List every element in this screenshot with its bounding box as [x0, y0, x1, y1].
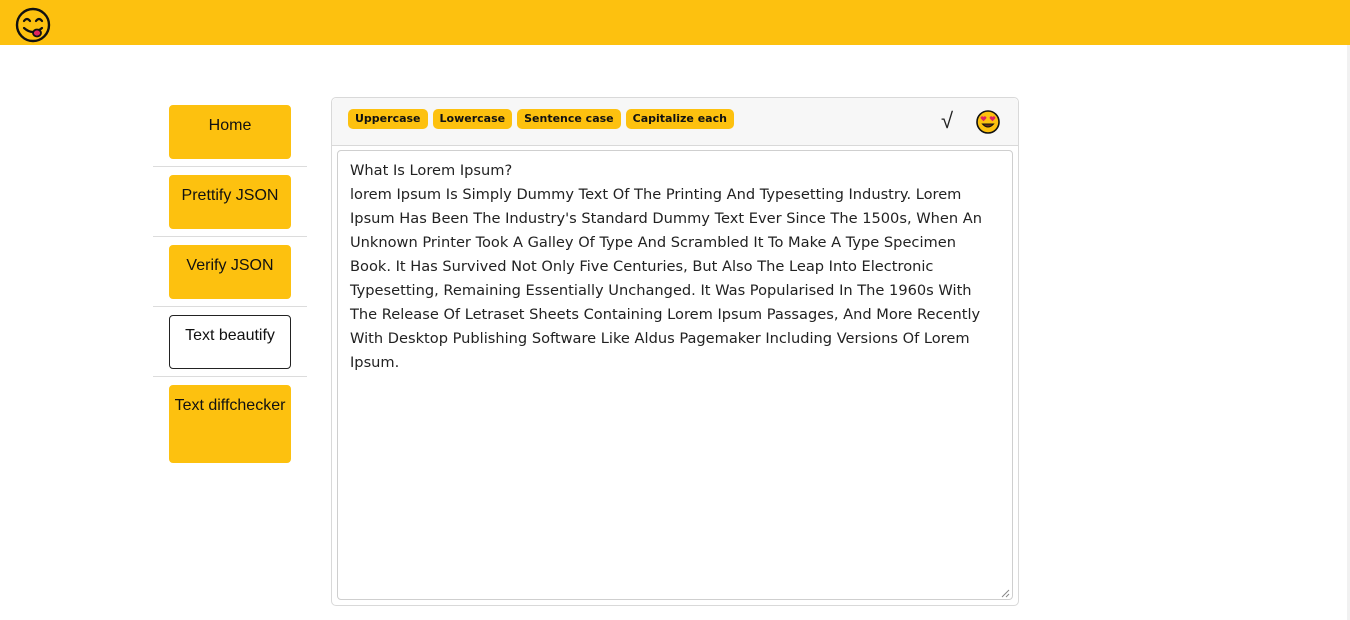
sidebar-nav: Home Prettify JSON Verify JSON Text beau… — [153, 97, 307, 467]
face-savoring-food-icon[interactable] — [15, 7, 51, 43]
sentence-case-button[interactable]: Sentence case — [517, 109, 621, 129]
case-tools: Uppercase Lowercase Sentence case Capita… — [348, 109, 734, 129]
uppercase-button[interactable]: Uppercase — [348, 109, 428, 129]
sidebar-cell: Text beautify — [153, 307, 307, 377]
heart-eyes-emoji-icon[interactable] — [976, 110, 1000, 134]
text-editor-card: Uppercase Lowercase Sentence case Capita… — [331, 97, 1019, 606]
check-button[interactable]: √ — [941, 108, 953, 134]
editor-toolbar: Uppercase Lowercase Sentence case Capita… — [332, 98, 1018, 146]
sidebar-cell: Home — [153, 97, 307, 167]
resize-handle-icon[interactable] — [1000, 588, 1010, 598]
sidebar-item-home[interactable]: Home — [169, 105, 291, 159]
sidebar-cell: Prettify JSON — [153, 167, 307, 237]
top-navbar — [0, 0, 1350, 45]
sidebar-item-text-diffchecker[interactable]: Text diffchecker — [169, 385, 291, 463]
sidebar-item-prettify-json[interactable]: Prettify JSON — [169, 175, 291, 229]
lowercase-button[interactable]: Lowercase — [432, 109, 513, 129]
sidebar-item-text-beautify[interactable]: Text beautify — [169, 315, 291, 369]
sidebar-cell: Text diffchecker — [153, 377, 307, 467]
sidebar-cell: Verify JSON — [153, 237, 307, 307]
capitalize-each-button[interactable]: Capitalize each — [625, 109, 734, 129]
sidebar-item-verify-json[interactable]: Verify JSON — [169, 245, 291, 299]
text-input-area[interactable] — [337, 150, 1013, 600]
